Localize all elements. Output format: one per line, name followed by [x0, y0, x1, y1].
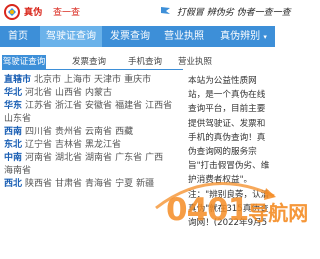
main-nav: 首页 驾驶证查询 发票查询 营业执照 真伪辨别 ▾	[0, 26, 275, 47]
logo-subtitle: 查一查	[53, 8, 81, 18]
watermark-sub: 导航网	[248, 201, 309, 225]
city-link[interactable]: 青海省	[85, 179, 112, 189]
nav-business-license[interactable]: 营业执照	[158, 26, 210, 47]
region-name: 直辖市	[4, 75, 32, 85]
tab-invoice-label: 发票查询	[71, 57, 106, 67]
city-link[interactable]: 甘肃省	[55, 179, 82, 189]
city-link[interactable]: 内蒙古	[85, 88, 112, 98]
region-name: 东北	[4, 140, 23, 150]
nav-business-license-label: 营业执照	[164, 31, 204, 42]
region-row: 华东 江苏省 浙江省 安徽省 福建省 江西省山东省	[4, 100, 184, 126]
flag-icon	[161, 7, 170, 15]
tab-mobile[interactable]: 手机查询	[124, 55, 166, 69]
nav-home[interactable]: 首页	[0, 26, 36, 47]
city-link[interactable]: 贵州省	[55, 127, 82, 137]
city-link[interactable]: 山东省	[4, 114, 31, 124]
tab-driving-license[interactable]: 驾驶证查询	[2, 55, 46, 69]
region-name: 中南	[4, 153, 23, 163]
slogan-text: 打假冒 辨伪劣 伪者一查一查	[176, 8, 291, 18]
city-link[interactable]: 西藏	[115, 127, 133, 137]
nav-home-label: 首页	[8, 31, 28, 42]
city-link[interactable]: 宁夏	[115, 179, 133, 189]
city-link[interactable]: 海南省	[4, 166, 31, 176]
city-link[interactable]: 云南省	[85, 127, 112, 137]
nav-authenticity[interactable]: 真伪辨别 ▾	[212, 26, 275, 47]
region-name: 西北	[4, 179, 23, 189]
city-link[interactable]: 四川省	[25, 127, 52, 137]
city-link[interactable]: 重庆市	[124, 75, 151, 85]
region-row: 华北 河北省 山西省 内蒙古	[4, 87, 184, 100]
city-link[interactable]: 江西省	[145, 101, 172, 111]
logo-icon	[4, 4, 20, 20]
city-link[interactable]: 湖北省	[55, 153, 82, 163]
nav-invoice-label: 发票查询	[110, 31, 150, 42]
tab-invoice[interactable]: 发票查询	[68, 55, 110, 69]
city-link[interactable]: 上海市	[64, 75, 91, 85]
city-link[interactable]: 湖南省	[85, 153, 112, 163]
region-name: 华东	[4, 101, 23, 111]
region-row: 西南 四川省 贵州省 云南省 西藏	[4, 126, 184, 139]
tab-business-license[interactable]: 营业执照	[174, 55, 216, 69]
city-link[interactable]: 辽宁省	[25, 140, 52, 150]
logo-title: 真伪	[24, 8, 43, 18]
city-link[interactable]: 广西	[145, 153, 163, 163]
city-link[interactable]: 北京市	[34, 75, 61, 85]
nav-driving-license[interactable]: 驾驶证查询	[40, 26, 102, 47]
city-link[interactable]: 山西省	[55, 88, 82, 98]
chevron-down-icon: ▾	[263, 33, 267, 41]
watermark-main: 0401	[166, 192, 249, 228]
nav-authenticity-label: 真伪辨别	[220, 31, 261, 42]
region-row: 直辖市 北京市 上海市 天津市 重庆市	[4, 74, 184, 87]
city-link[interactable]: 河北省	[25, 88, 52, 98]
city-link[interactable]: 安徽省	[85, 101, 112, 111]
region-name: 华北	[4, 88, 23, 98]
watermark: 0401导航网	[166, 192, 308, 232]
nav-invoice[interactable]: 发票查询	[104, 26, 156, 47]
nav-driving-license-label: 驾驶证查询	[46, 31, 96, 42]
tab-business-license-label: 营业执照	[177, 57, 212, 67]
city-link[interactable]: 黑龙江省	[85, 140, 121, 150]
city-link[interactable]: 河南省	[25, 153, 52, 163]
city-link[interactable]: 陕西省	[25, 179, 52, 189]
city-link[interactable]: 天津市	[94, 75, 121, 85]
header-slogan: 打假冒 辨伪劣 伪者一查一查	[160, 5, 291, 18]
region-row: 东北 辽宁省 吉林省 黑龙江省	[4, 139, 184, 152]
tab-divider	[2, 69, 183, 70]
city-link[interactable]: 福建省	[115, 101, 142, 111]
tab-driving-license-label: 驾驶证查询	[2, 57, 46, 67]
tab-mobile-label: 手机查询	[127, 57, 162, 67]
query-tabs: 驾驶证查询 发票查询 手机查询 营业执照	[2, 55, 212, 69]
site-logo[interactable]: 真伪 查一查	[3, 2, 103, 22]
region-name: 西南	[4, 127, 23, 137]
city-link[interactable]: 江苏省	[25, 101, 52, 111]
site-header: 真伪 查一查 打假冒 辨伪劣 伪者一查一查	[0, 0, 291, 26]
city-link[interactable]: 浙江省	[55, 101, 82, 111]
city-link[interactable]: 广东省	[115, 153, 142, 163]
city-link[interactable]: 吉林省	[55, 140, 82, 150]
